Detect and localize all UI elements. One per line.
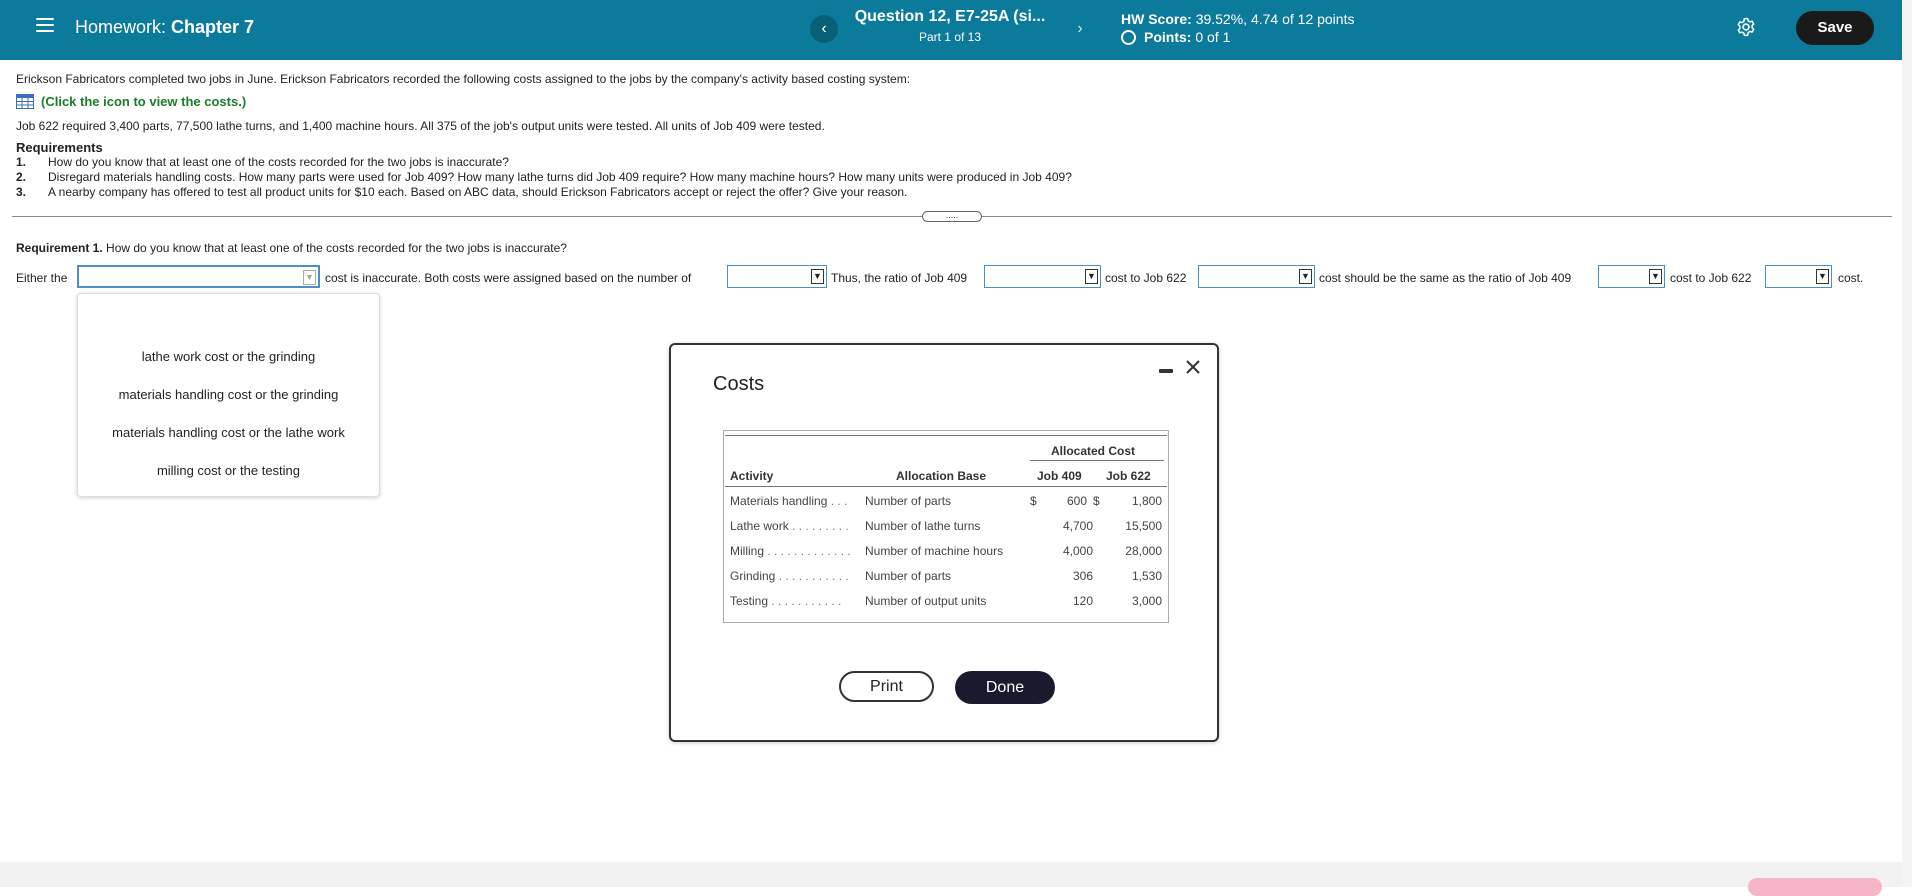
job409-header: Job 409 [1037, 469, 1082, 483]
allocation-base-header: Allocation Base [896, 469, 987, 483]
requirement-item: 2. Disregard materials handling costs. H… [16, 170, 1072, 184]
done-button[interactable]: Done [955, 671, 1055, 704]
view-costs-text[interactable]: (Click the icon to view the costs.) [41, 94, 246, 109]
job622-cost-dropdown-2[interactable]: ▼ [1765, 265, 1832, 288]
dropdown-arrow-icon: ▼ [303, 270, 316, 285]
dropdown-arrow-icon: ▼ [811, 269, 824, 284]
check-answer-button[interactable] [1748, 878, 1882, 896]
allocation-base-dropdown[interactable]: ▼ [727, 265, 827, 288]
top-bar: Homework: Chapter 7 ‹ Question 12, E7-25… [0, 0, 1902, 60]
dropdown-arrow-icon: ▼ [1649, 269, 1662, 284]
points-status: Points: 0 of 1 [1121, 29, 1230, 45]
score-label: HW Score: [1121, 11, 1192, 27]
dropdown-arrow-icon: ▼ [1816, 269, 1829, 284]
score-value: 39.52%, 4.74 of 12 points [1195, 11, 1355, 27]
points-value: 0 of 1 [1195, 29, 1231, 45]
requirement1-label: Requirement 1. [16, 241, 103, 255]
requirements-heading: Requirements [16, 140, 103, 155]
answer-text: cost to Job 622 [1105, 271, 1187, 285]
previous-question-button[interactable]: ‹ [810, 15, 838, 43]
inaccurate-cost-dropdown[interactable]: ▼ [77, 265, 320, 288]
answer-text: cost. [1838, 271, 1864, 285]
close-icon[interactable] [1184, 358, 1202, 376]
job409-cost-dropdown-1[interactable]: ▼ [984, 265, 1101, 288]
dropdown-option[interactable]: lathe work cost or the grinding [78, 349, 379, 364]
points-circle-icon [1121, 29, 1136, 45]
table-rule [725, 435, 1167, 436]
answer-text: cost should be the same as the ratio of … [1319, 271, 1572, 285]
requirement-item: 1. How do you know that at least one of … [16, 155, 509, 169]
question-part: Part 1 of 13 [918, 30, 982, 44]
job-info: Job 622 required 3,400 parts, 77,500 lat… [16, 119, 825, 133]
dropdown-arrow-icon: ▼ [1085, 269, 1098, 284]
table-rule [725, 486, 1167, 487]
print-button[interactable]: Print [839, 671, 934, 702]
answer-text: Thus, the ratio of Job 409 [831, 271, 968, 285]
dropdown-arrow-icon: ▼ [1299, 269, 1312, 284]
allocated-cost-header: Allocated Cost [1051, 444, 1136, 458]
menu-icon[interactable] [36, 18, 54, 34]
requirement-item: 3. A nearby company has offered to test … [16, 185, 908, 199]
hw-score: HW Score: 39.52%, 4.74 of 12 points [1121, 11, 1354, 27]
job622-cost-dropdown-1[interactable]: ▼ [1198, 265, 1315, 288]
answer-text: Either the [16, 271, 68, 285]
dropdown-options-list: lathe work cost or the grinding material… [77, 293, 380, 497]
scrollbar[interactable] [1902, 0, 1912, 887]
expand-handle[interactable]: ..... [922, 211, 982, 222]
table-rule [1030, 460, 1164, 461]
answer-text: cost to Job 622 [1670, 271, 1752, 285]
question-title: Question 12, E7-25A (si... [854, 8, 1046, 25]
footer-bar [0, 862, 1902, 887]
job409-cost-dropdown-2[interactable]: ▼ [1598, 265, 1665, 288]
requirement1-question: Requirement 1. How do you know that at l… [16, 241, 567, 255]
homework-name: Chapter 7 [171, 17, 255, 37]
activity-header: Activity [730, 469, 774, 483]
table-icon[interactable] [16, 94, 34, 109]
answer-sentence: Either the ▼ cost is inaccurate. Both co… [16, 265, 1896, 290]
points-label: Points: [1144, 29, 1192, 45]
dropdown-option[interactable]: milling cost or the testing [78, 463, 379, 478]
view-costs-link[interactable]: (Click the icon to view the costs.) [16, 94, 246, 109]
job622-header: Job 622 [1106, 469, 1151, 483]
dropdown-option[interactable]: materials handling cost or the lathe wor… [78, 425, 379, 440]
requirements-list: 1. How do you know that at least one of … [16, 155, 1072, 200]
next-question-button[interactable]: › [1066, 15, 1094, 43]
answer-text: cost is inaccurate. Both costs were assi… [325, 271, 692, 285]
dialog-title: Costs [713, 373, 765, 395]
homework-title: Homework: Chapter 7 [75, 17, 254, 38]
requirement1-text: How do you know that at least one of the… [106, 241, 567, 255]
gear-icon[interactable] [1736, 17, 1756, 37]
costs-dialog: Costs Allocated Cost Activity Allocation… [669, 343, 1219, 742]
problem-intro: Erickson Fabricators completed two jobs … [16, 72, 911, 86]
cost-table: Allocated Cost Activity Allocation Base … [723, 430, 1169, 623]
dropdown-option[interactable]: materials handling cost or the grinding [78, 387, 379, 402]
homework-prefix: Homework: [75, 17, 167, 37]
save-button[interactable]: Save [1796, 11, 1874, 45]
minimize-icon[interactable] [1159, 369, 1173, 373]
